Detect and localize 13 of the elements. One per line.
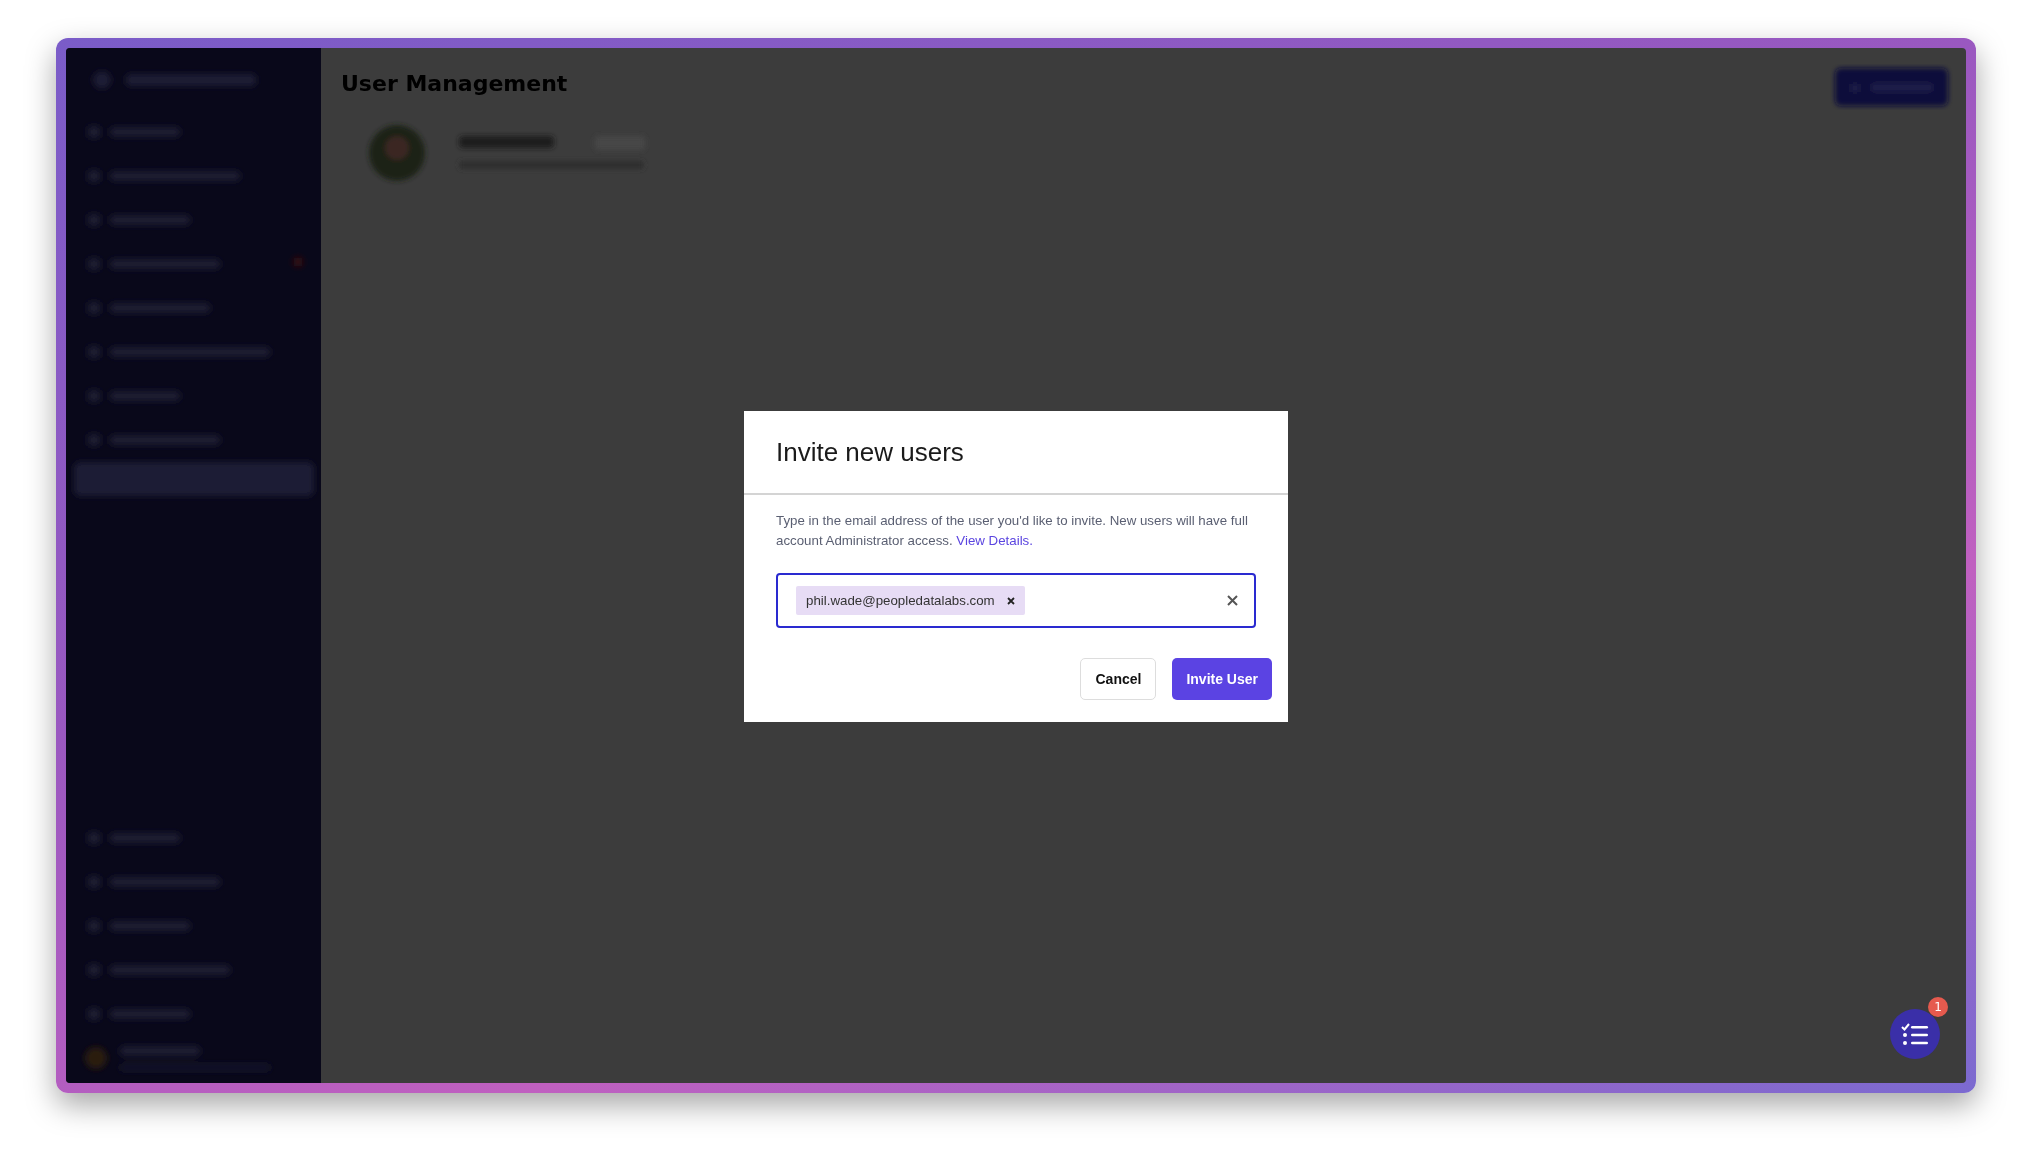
invite-button[interactable]: Invite User [1172,658,1272,700]
notification-badge: 1 [1928,997,1948,1017]
dialog-title: Invite new users [776,436,964,468]
checklist-button[interactable] [1890,1009,1940,1059]
page-title: User Management [341,70,568,96]
clear-icon[interactable] [1227,595,1238,606]
cancel-button[interactable]: Cancel [1080,658,1157,700]
dialog-description: Type in the email address of the user you'd like to invite. New users will have full account Administrator access. View Details. [776,512,1249,550]
email-input-field[interactable]: phil.wade@peopledatalabs.com [776,573,1256,628]
remove-tag-icon[interactable] [1006,596,1015,605]
view-details-link[interactable]: View Details. [956,533,1033,548]
email-tag-text: phil.wade@peopledatalabs.com [806,593,995,608]
checklist-icon [1901,1023,1929,1045]
